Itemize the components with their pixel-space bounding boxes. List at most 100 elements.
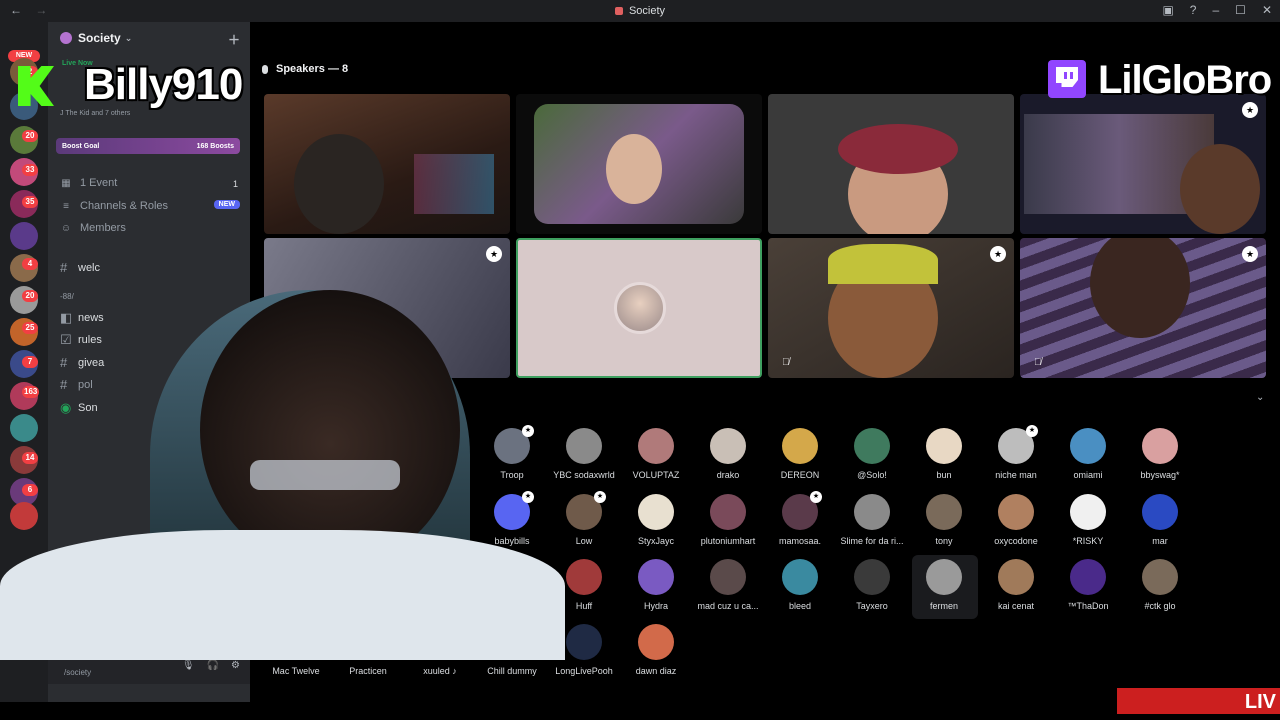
audience-member[interactable]: fermen	[912, 559, 976, 611]
minimize-icon[interactable]: –	[1212, 3, 1219, 17]
avatar	[1142, 494, 1178, 530]
maximize-icon[interactable]: ☐	[1235, 3, 1246, 17]
user-status: /society	[64, 668, 92, 677]
invite-icon[interactable]: ＋	[228, 31, 240, 48]
audience-member[interactable]: plutoniumhart	[696, 494, 760, 546]
close-icon[interactable]: ✕	[1262, 3, 1272, 17]
avatar	[638, 428, 674, 464]
audience-member[interactable]: bbyswag*	[1128, 428, 1192, 480]
new-tag: NEW	[213, 200, 240, 209]
moderator-badge-icon: ★	[990, 246, 1006, 262]
avatar	[566, 624, 602, 660]
avatar: ★	[566, 491, 606, 530]
beanie	[828, 244, 938, 284]
settings-gear-icon[interactable]: ⚙	[231, 660, 240, 671]
audience-member[interactable]: dawn diaz	[624, 624, 688, 676]
audience-name: @Solo!	[857, 470, 887, 480]
audience-member[interactable]: mar	[1128, 494, 1192, 546]
microphone-icon[interactable]: 🎙	[182, 660, 195, 671]
mention-badge: 35	[22, 196, 38, 208]
avatar	[926, 428, 962, 464]
mention-badge: 20	[22, 130, 38, 142]
audience-name: dawn diaz	[635, 666, 677, 676]
audience-member[interactable]: kai cenat	[984, 559, 1048, 611]
audience-name: Slime for da ri...	[840, 536, 904, 546]
audience-member[interactable]: ★ mamosaa.	[768, 491, 832, 546]
audience-name: StyxJayc	[637, 536, 674, 546]
collapse-chevron-icon[interactable]: ⌄	[1256, 392, 1270, 403]
audience-name: Mac Twelve	[272, 666, 320, 676]
audience-member[interactable]: tony	[912, 494, 976, 546]
avatar	[854, 559, 890, 595]
audience-name: LongLivePooh	[555, 666, 613, 676]
audience-name: oxycodone	[994, 536, 1038, 546]
audience-member[interactable]: bun	[912, 428, 976, 480]
audience-name: bbyswag*	[1140, 470, 1180, 480]
headphones-icon[interactable]: 🎧	[207, 660, 219, 671]
speaker-face	[1090, 238, 1190, 338]
help-icon[interactable]: ?	[1190, 3, 1197, 17]
audience-member[interactable]: bleed	[768, 559, 832, 611]
moderator-badge-icon: ★	[810, 491, 822, 503]
audience-name: omiami	[1073, 470, 1103, 480]
title-bar: ← → Society ▣ ? – ☐ ✕	[0, 0, 1280, 22]
audience-name: kai cenat	[997, 601, 1035, 611]
speaker-tile[interactable]: ★ 🎙̸	[1020, 238, 1266, 378]
avatar	[638, 624, 674, 660]
inbox-icon[interactable]: ▣	[1162, 3, 1173, 17]
avatar	[926, 494, 962, 530]
avatar	[1142, 559, 1178, 595]
audience-name: bleed	[788, 601, 812, 611]
speakers-header: Speakers — 8	[262, 63, 348, 75]
audience-name: tony	[935, 536, 953, 546]
audience-member[interactable]: ™ThaDon	[1056, 559, 1120, 611]
audience-member[interactable]: drako	[696, 428, 760, 480]
audience-member[interactable]: mad cuz u ca...	[696, 559, 760, 611]
avatar: ★	[782, 491, 822, 530]
audience-member[interactable]: ★ niche man	[984, 425, 1048, 480]
audience-member[interactable]: StyxJayc	[624, 494, 688, 546]
audience-member[interactable]: Slime for da ri...	[840, 494, 904, 546]
audience-name: ™ThaDon	[1067, 601, 1109, 611]
audience-name: Hydra	[643, 601, 668, 611]
audience-member[interactable]: @Solo!	[840, 428, 904, 480]
moderator-badge-icon: ★	[594, 491, 606, 503]
audience-name: Tayxero	[856, 601, 888, 611]
audience-name: fermen	[929, 601, 958, 611]
voice-controls: 🎙 🎧 ⚙	[182, 660, 240, 671]
server-icon[interactable]	[10, 222, 38, 250]
streamer-webcam-overlay	[0, 280, 565, 660]
audience-name: niche man	[995, 470, 1037, 480]
boost-goal-bar[interactable]: Boost Goal 168 Boosts	[56, 138, 240, 154]
channel-welc[interactable]: # welc	[60, 260, 100, 275]
audience-member[interactable]: Hydra	[624, 559, 688, 611]
speaker-tile[interactable]	[264, 94, 510, 234]
audience-member[interactable]: DEREON	[768, 428, 832, 480]
audience-member[interactable]: Tayxero	[840, 559, 904, 611]
speaker-tile[interactable]	[768, 94, 1014, 234]
moderator-badge-icon: ★	[1242, 102, 1258, 118]
audience-member[interactable]: oxycodone	[984, 494, 1048, 546]
audience-name: *RISKY	[1072, 536, 1104, 546]
audience-member[interactable]: #ctk glo	[1128, 559, 1192, 611]
speaker-tile[interactable]: ★	[1020, 94, 1266, 234]
avatar	[566, 428, 602, 464]
audience-name: mad cuz u ca...	[697, 601, 759, 611]
audience-member[interactable]: omiami	[1056, 428, 1120, 480]
speaker-tile[interactable]: ★ 🎙̸	[768, 238, 1014, 378]
audience-member[interactable]: VOLUPTAZ	[624, 428, 688, 480]
audience-name: drako	[716, 470, 740, 480]
audience-name: xuuled ♪	[423, 666, 457, 676]
audience-member[interactable]: *RISKY	[1056, 494, 1120, 546]
bonnet	[838, 124, 958, 174]
glasses	[250, 460, 400, 490]
audience-name: VOLUPTAZ	[632, 470, 680, 480]
avatar	[710, 428, 746, 464]
speaker-tile[interactable]	[516, 94, 762, 234]
channels-roles-item[interactable]: ≡ Channels & Roles	[60, 200, 168, 212]
server-logo-icon	[60, 32, 72, 44]
members-item[interactable]: ☺ Members	[60, 222, 126, 234]
avatar	[710, 559, 746, 595]
server-header[interactable]: Society ⌄ ＋	[48, 22, 250, 54]
events-item[interactable]: ▦ 1 Event	[60, 177, 117, 189]
